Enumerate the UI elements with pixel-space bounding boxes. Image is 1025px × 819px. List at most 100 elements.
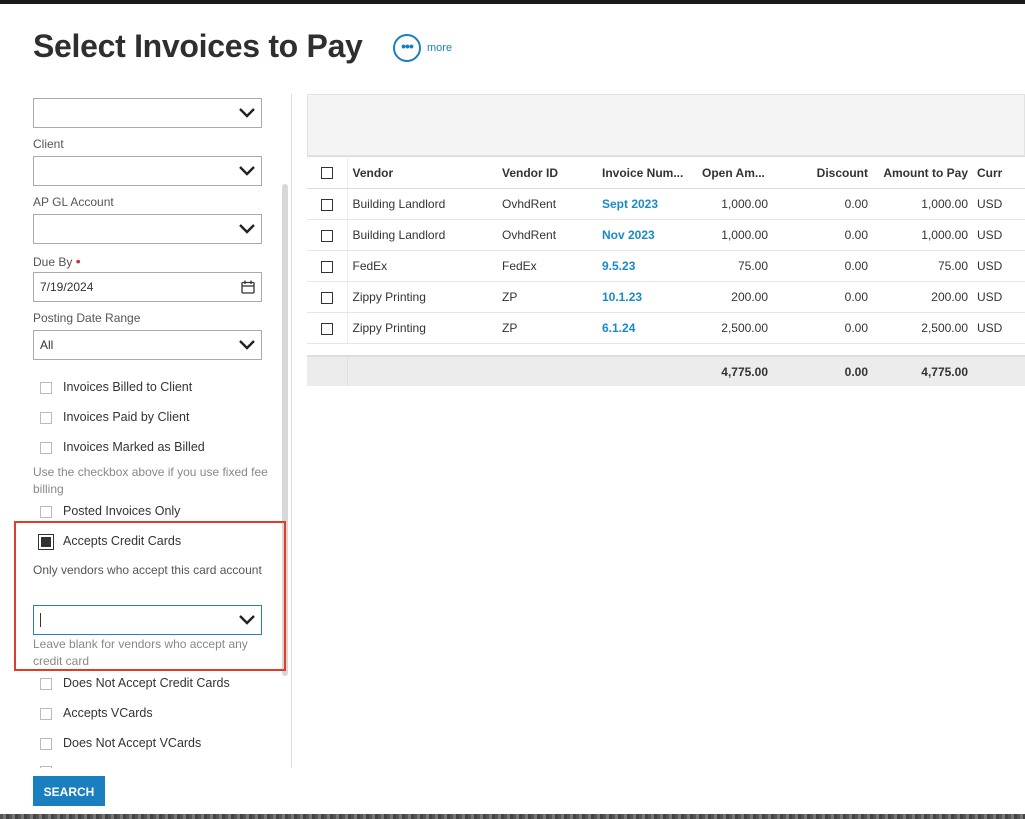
client-select[interactable] xyxy=(33,156,262,186)
open-amount-cell: 1,000.00 xyxy=(697,188,772,220)
card-account-select[interactable] xyxy=(33,605,262,635)
checkbox[interactable] xyxy=(40,678,52,690)
client-label: Client xyxy=(33,137,64,151)
row-checkbox-cell[interactable] xyxy=(307,250,348,282)
open-amount-cell: 1,000.00 xyxy=(697,219,772,251)
vendor-id-cell: FedEx xyxy=(497,250,597,282)
vendor-id-cell: ZP xyxy=(497,281,597,313)
text-cursor xyxy=(40,613,41,627)
column-header-amount-to-pay[interactable]: Amount to Pay xyxy=(872,156,972,189)
select-all-checkbox[interactable] xyxy=(320,167,333,180)
chevron-down-icon xyxy=(239,108,255,118)
row-checkbox[interactable] xyxy=(320,291,333,304)
table-row: FedEx FedEx 9.5.23 75.00 0.00 75.00 USD xyxy=(307,250,1025,282)
row-checkbox[interactable] xyxy=(320,198,333,211)
page-title: Select Invoices to Pay xyxy=(33,28,363,64)
top-select[interactable] xyxy=(33,98,262,128)
panel-divider xyxy=(291,94,292,768)
column-header-vendor[interactable]: Vendor xyxy=(347,156,497,189)
amount-to-pay-cell: 200.00 xyxy=(872,281,972,313)
currency-cell: USD xyxy=(972,281,1025,313)
checkbox[interactable] xyxy=(40,506,52,518)
checkbox[interactable] xyxy=(40,382,52,394)
due-by-label: Due By • xyxy=(33,253,81,269)
posting-range-select[interactable]: All xyxy=(33,330,262,360)
currency-cell: USD xyxy=(972,219,1025,251)
filter-scrollbar[interactable] xyxy=(282,184,288,676)
checkbox-checked[interactable] xyxy=(38,534,54,550)
due-by-date-input[interactable]: 7/19/2024 xyxy=(33,272,262,302)
currency-cell: USD xyxy=(972,250,1025,282)
invoice-link[interactable]: 9.5.23 xyxy=(597,250,697,282)
posting-range-label: Posting Date Range xyxy=(33,311,141,325)
row-checkbox-cell[interactable] xyxy=(307,219,348,251)
ap-gl-select[interactable] xyxy=(33,214,262,244)
row-checkbox[interactable] xyxy=(320,322,333,335)
invoice-table: Vendor Vendor ID Invoice Num... Open Am.… xyxy=(307,156,1025,386)
invoice-link[interactable]: 6.1.24 xyxy=(597,312,697,344)
ap-gl-label: AP GL Account xyxy=(33,195,114,209)
open-amount-cell: 75.00 xyxy=(697,250,772,282)
row-checkbox-cell[interactable] xyxy=(307,188,348,220)
select-all-checkbox-cell[interactable] xyxy=(307,156,348,189)
grid-toolbar-area xyxy=(307,94,1025,156)
more-options-icon[interactable]: ••• xyxy=(393,34,421,62)
select-invoices-modal: Select Invoices to Pay ••• more Client A… xyxy=(6,4,1025,814)
row-checkbox-cell[interactable] xyxy=(307,281,348,313)
amount-to-pay-cell: 2,500.00 xyxy=(872,312,972,344)
vendor-id-cell: OvhdRent xyxy=(497,219,597,251)
background-bottom-strip xyxy=(0,814,1025,819)
checkbox[interactable] xyxy=(40,738,52,750)
row-checkbox-cell[interactable] xyxy=(307,312,348,344)
table-row: Zippy Printing ZP 6.1.24 2,500.00 0.00 2… xyxy=(307,312,1025,344)
invoice-link[interactable]: Sept 2023 xyxy=(597,188,697,220)
vendor-cell: FedEx xyxy=(347,250,497,282)
chevron-down-icon xyxy=(239,615,255,625)
total-discount: 0.00 xyxy=(772,356,872,386)
search-button[interactable]: SEARCH xyxy=(33,776,105,806)
amount-to-pay-cell: 1,000.00 xyxy=(872,219,972,251)
calendar-icon[interactable] xyxy=(241,280,255,294)
total-open-amount: 4,775.00 xyxy=(697,356,772,386)
column-header-open-amount[interactable]: Open Am... xyxy=(697,156,772,189)
row-checkbox[interactable] xyxy=(320,260,333,273)
table-row: Zippy Printing ZP 10.1.23 200.00 0.00 20… xyxy=(307,281,1025,313)
amount-to-pay-cell: 1,000.00 xyxy=(872,188,972,220)
discount-cell: 0.00 xyxy=(772,219,872,251)
chevron-down-icon xyxy=(239,166,255,176)
vendor-cell: Zippy Printing xyxy=(347,312,497,344)
open-amount-cell: 200.00 xyxy=(697,281,772,313)
total-amount-to-pay: 4,775.00 xyxy=(872,356,972,386)
checkbox[interactable] xyxy=(40,412,52,424)
amount-to-pay-cell: 75.00 xyxy=(872,250,972,282)
posting-range-value: All xyxy=(40,338,54,352)
vendor-cell: Building Landlord xyxy=(347,188,497,220)
column-header-discount[interactable]: Discount xyxy=(772,156,872,189)
card-account-label: Only vendors who accept this card accoun… xyxy=(33,563,262,577)
checkbox[interactable] xyxy=(40,708,52,720)
chevron-down-icon xyxy=(239,340,255,350)
row-checkbox[interactable] xyxy=(320,229,333,242)
currency-cell: USD xyxy=(972,188,1025,220)
table-header-row: Vendor Vendor ID Invoice Num... Open Am.… xyxy=(307,156,1025,189)
column-header-currency[interactable]: Curr xyxy=(972,156,1025,189)
column-header-invoice-num[interactable]: Invoice Num... xyxy=(597,156,697,189)
invoice-link[interactable]: 10.1.23 xyxy=(597,281,697,313)
table-totals-row: 4,775.00 0.00 4,775.00 xyxy=(307,356,1025,386)
invoice-grid: Vendor Vendor ID Invoice Num... Open Am.… xyxy=(307,94,1025,386)
vendor-id-cell: OvhdRent xyxy=(497,188,597,220)
checkbox[interactable] xyxy=(40,766,52,768)
open-amount-cell: 2,500.00 xyxy=(697,312,772,344)
table-row: Building Landlord OvhdRent Sept 2023 1,0… xyxy=(307,188,1025,220)
discount-cell: 0.00 xyxy=(772,281,872,313)
more-label[interactable]: more xyxy=(427,42,452,54)
invoice-link[interactable]: Nov 2023 xyxy=(597,219,697,251)
table-spacer-row xyxy=(307,343,1025,357)
column-header-vendor-id[interactable]: Vendor ID xyxy=(497,156,597,189)
table-row: Building Landlord OvhdRent Nov 2023 1,00… xyxy=(307,219,1025,251)
vendor-cell: Zippy Printing xyxy=(347,281,497,313)
fixed-fee-help-text: Use the checkbox above if you use fixed … xyxy=(33,465,268,496)
discount-cell: 0.00 xyxy=(772,188,872,220)
checkbox[interactable] xyxy=(40,442,52,454)
card-account-help-text: Leave blank for vendors who accept any c… xyxy=(33,637,248,668)
